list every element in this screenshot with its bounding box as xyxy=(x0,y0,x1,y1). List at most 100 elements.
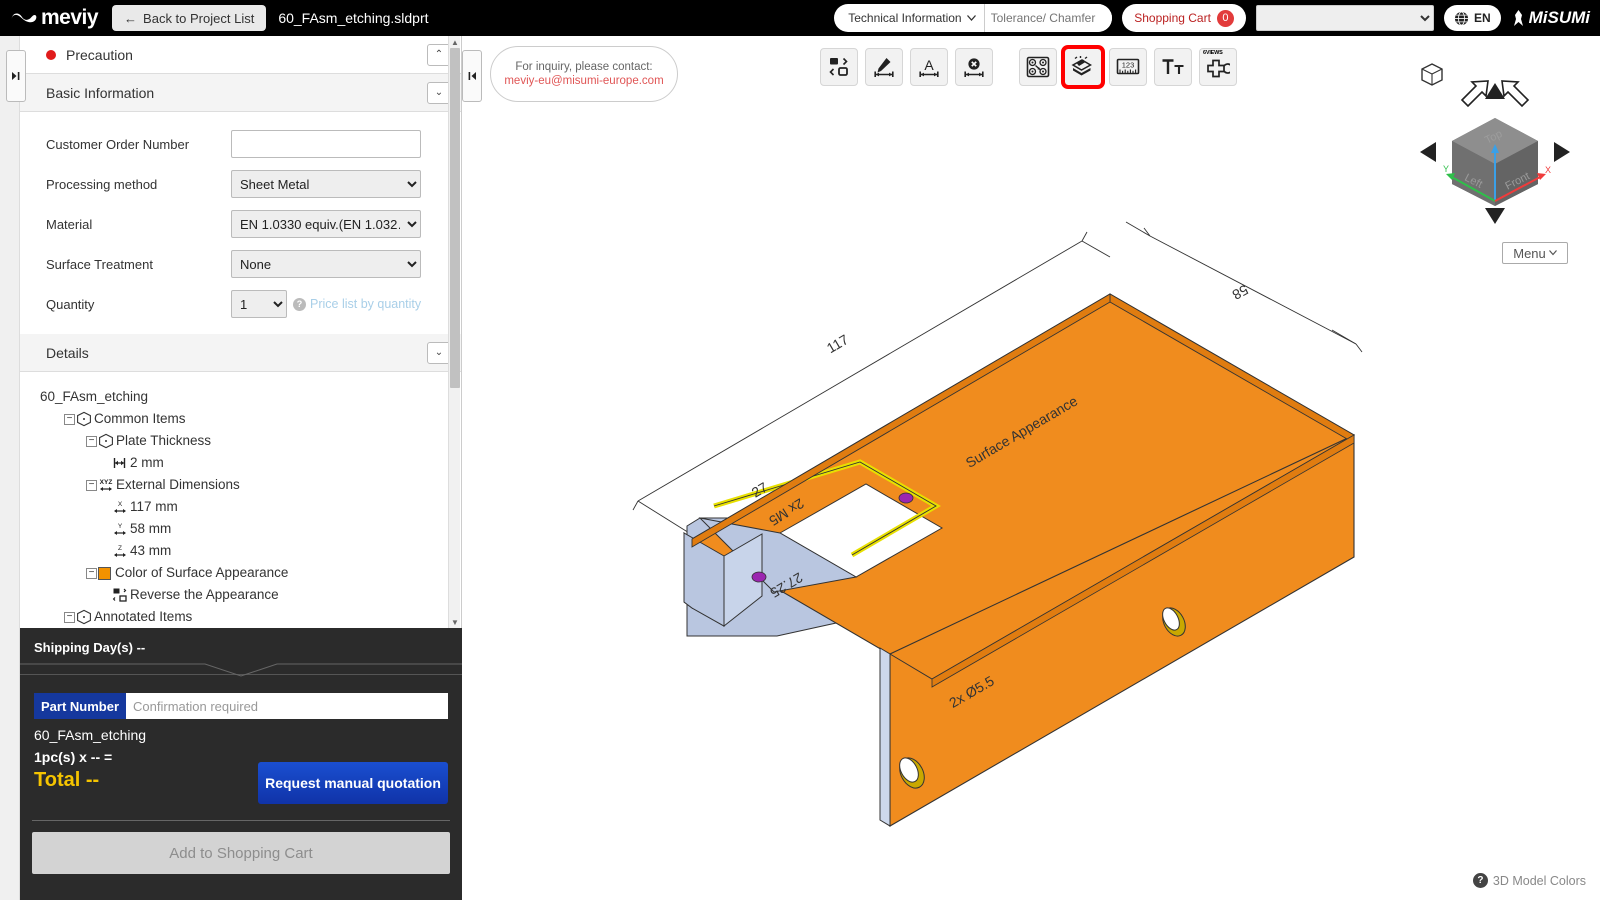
details-title: Details xyxy=(46,344,89,361)
tree-node-plate-thickness-value[interactable]: 2 mm xyxy=(38,452,461,474)
arrow-left-icon: ← xyxy=(124,10,138,26)
processing-method-select[interactable]: Sheet Metal xyxy=(231,170,421,198)
language-button[interactable]: EN xyxy=(1443,5,1501,31)
tree-node-label: 2 mm xyxy=(130,455,164,470)
add-to-shopping-cart-button[interactable]: Add to Shopping Cart xyxy=(32,832,450,874)
part-number-tag: Part Number xyxy=(34,693,127,719)
reverse-icon xyxy=(112,588,127,602)
navcube-svg[interactable]: Top Left Front Y X xyxy=(1410,56,1580,256)
expander-icon[interactable]: − xyxy=(86,567,97,579)
svg-text:XYZ: XYZ xyxy=(100,479,113,486)
svg-text:Z: Z xyxy=(118,545,122,552)
3d-model-colors-label: 3D Model Colors xyxy=(1492,873,1586,888)
material-label: Material xyxy=(46,216,93,232)
tree-node-reverse-the-appearance[interactable]: Reverse the Appearance xyxy=(38,584,461,606)
precaution-section-header[interactable]: Precaution ⌃ xyxy=(20,36,461,74)
search-category-dropdown[interactable]: Technical Information xyxy=(834,4,985,32)
collapse-viewer-panel-button[interactable] xyxy=(462,50,482,102)
customer-order-number-input[interactable] xyxy=(231,130,421,158)
part-number-value: Confirmation required xyxy=(133,698,259,714)
scroll-up-icon[interactable]: ▲ xyxy=(449,36,461,48)
arrow-right-icon[interactable] xyxy=(1554,142,1570,162)
order-total-label: Total xyxy=(34,769,81,791)
chevron-down-icon xyxy=(1548,250,1557,256)
cube-icon xyxy=(99,433,113,449)
tree-node-annotated-items[interactable]: − Annotated Items xyxy=(38,606,461,628)
axis-label-x: X xyxy=(1545,165,1551,175)
navcube-menu-button[interactable]: Menu xyxy=(1502,242,1568,264)
scrollbar-thumb[interactable] xyxy=(450,48,460,388)
model-tree: 60_FAsm_etching − Common Items − Plate T… xyxy=(20,376,461,664)
configuration-panel-scrollbar[interactable]: ▲ ▼ xyxy=(448,36,460,628)
chevron-down-icon xyxy=(966,15,976,21)
basic-information-title: Basic Information xyxy=(46,84,155,101)
form-row-material: Material EN 1.0330 equiv.(EN 1.032… xyxy=(46,204,441,244)
search-category-label: Technical Information xyxy=(848,11,962,25)
meviy-logo-mark xyxy=(11,13,37,23)
dimension-label-58[interactable]: 58 xyxy=(1230,282,1251,304)
model-viewer[interactable]: For inquiry, please contact: meviy-eu@mi… xyxy=(462,36,1600,900)
shipping-days-value: -- xyxy=(136,640,146,655)
dimension-label-117[interactable]: 117 xyxy=(824,331,852,356)
tree-root-node[interactable]: 60_FAsm_etching xyxy=(38,386,461,408)
tree-node-dimension-x[interactable]: X 117 mm xyxy=(38,496,461,518)
home-cube-icon[interactable] xyxy=(1421,63,1443,86)
order-summary-panel: Shipping Day(s) -- Part Number Confirmat… xyxy=(20,628,462,900)
shipping-days-label: Shipping Day(s) xyxy=(34,640,133,655)
misumi-brand-text: MiSUMi xyxy=(1528,8,1590,27)
thread-marker-right xyxy=(898,492,914,504)
language-label: EN xyxy=(1473,11,1491,25)
tree-node-external-dimensions[interactable]: − XYZ External Dimensions xyxy=(38,474,461,496)
meviy-logo[interactable]: meviy xyxy=(10,6,99,30)
request-manual-quotation-button[interactable]: Request manual quotation xyxy=(258,762,448,804)
navcube-menu-label: Menu xyxy=(1513,245,1546,261)
basic-information-section-header[interactable]: Basic Information ⌄ xyxy=(20,74,461,112)
form-row-processing-method: Processing method Sheet Metal xyxy=(46,164,441,204)
shopping-cart-count: 0 xyxy=(1216,9,1234,27)
cube-icon xyxy=(77,411,91,427)
expander-icon[interactable]: − xyxy=(64,611,75,623)
y-dim-icon: Y xyxy=(114,523,126,535)
file-name-label: 60_FAsm_etching.sldprt xyxy=(278,10,429,26)
shopping-cart-button[interactable]: Shopping Cart 0 xyxy=(1122,4,1246,32)
surface-treatment-select[interactable]: None xyxy=(231,250,421,278)
part-number-row: Part Number Confirmation required xyxy=(34,693,448,719)
shopping-cart-label: Shopping Cart xyxy=(1134,11,1211,25)
tree-node-common-items[interactable]: − Common Items xyxy=(38,408,461,430)
cube-icon xyxy=(77,609,91,625)
back-to-project-list-button[interactable]: ← Back to Project List xyxy=(112,5,267,31)
expander-icon[interactable]: − xyxy=(86,435,97,447)
tree-node-dimension-y[interactable]: Y 58 mm xyxy=(38,518,461,540)
expand-left-panel-button[interactable] xyxy=(6,50,26,102)
arrow-down-icon[interactable] xyxy=(1485,208,1505,224)
tree-node-label: 117 mm xyxy=(130,499,178,514)
account-select[interactable] xyxy=(1255,5,1434,31)
model-tree-list: 60_FAsm_etching − Common Items − Plate T… xyxy=(20,376,461,628)
price-list-by-quantity-link[interactable]: ? Price list by quantity xyxy=(293,297,421,311)
quantity-select[interactable]: 1 xyxy=(231,290,287,318)
details-section-header[interactable]: Details ⌄ xyxy=(20,334,461,372)
scroll-down-icon[interactable]: ▼ xyxy=(449,616,461,628)
expand-right-icon xyxy=(12,72,20,80)
expander-icon[interactable]: − xyxy=(86,479,97,491)
meviy-logo-text: meviy xyxy=(41,6,99,29)
tree-node-color-of-surface-appearance[interactable]: − Color of Surface Appearance xyxy=(38,562,461,584)
rotate-ccw-icon xyxy=(1460,80,1489,108)
search-input[interactable] xyxy=(984,4,1113,32)
tree-node-plate-thickness[interactable]: − Plate Thickness xyxy=(38,430,461,452)
tree-node-dimension-z[interactable]: Z 43 mm xyxy=(38,540,461,562)
view-navigation-cube[interactable]: Top Left Front Y X Menu xyxy=(1410,56,1580,264)
expander-icon[interactable]: − xyxy=(64,413,75,425)
back-button-label: Back to Project List xyxy=(143,10,255,26)
app-header: meviy ← Back to Project List 60_FAsm_etc… xyxy=(0,0,1600,36)
left-rail xyxy=(0,36,20,900)
material-select[interactable]: EN 1.0330 equiv.(EN 1.032… xyxy=(231,210,421,238)
arrow-left-icon[interactable] xyxy=(1420,142,1436,162)
3d-model-colors-link[interactable]: ? 3D Model Colors xyxy=(1472,873,1586,888)
tree-node-label: 43 mm xyxy=(130,543,172,558)
tree-node-label: External Dimensions xyxy=(116,477,240,492)
tree-root-label: 60_FAsm_etching xyxy=(40,389,149,404)
form-row-customer-order-number: Customer Order Number xyxy=(46,124,441,164)
part-geometry xyxy=(683,293,1356,827)
shipping-days-row: Shipping Day(s) -- xyxy=(20,628,462,655)
